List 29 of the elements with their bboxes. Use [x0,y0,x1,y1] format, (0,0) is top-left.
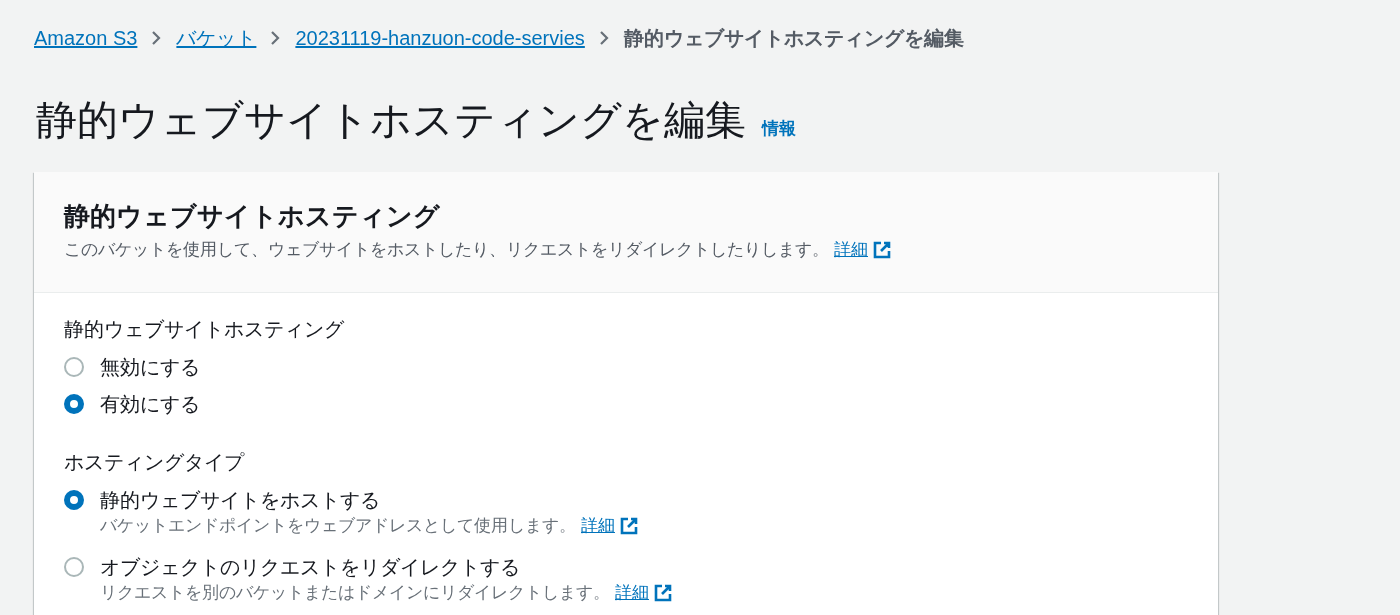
panel-title: 静的ウェブサイトホスティング [64,200,441,232]
radio-button[interactable] [64,394,84,414]
radio-button[interactable] [64,357,84,377]
chevron-right-icon [270,30,281,46]
info-link[interactable]: 情報 [762,117,796,140]
external-link-icon [653,583,673,603]
radio-button[interactable] [64,490,84,510]
option-description: リクエストを別のバケットまたはドメインにリダイレクトします。 [100,582,610,604]
radio-label[interactable]: 静的ウェブサイトをホストする [100,487,380,513]
radio-label[interactable]: 無効にする [100,354,200,380]
option-description: バケットエンドポイントをウェブアドレスとして使用します。 [100,515,576,537]
learn-more-link[interactable]: 詳細 [615,581,673,605]
page-title: 静的ウェブサイトホスティングを編集 [36,96,746,145]
chevron-right-icon [598,30,609,46]
breadcrumb-link[interactable]: Amazon S3 [34,24,138,52]
breadcrumb-link[interactable]: 20231119-hanzuon-code-servies [295,24,585,52]
external-link-icon [872,240,892,260]
learn-more-link[interactable]: 詳細 [834,238,892,262]
breadcrumb-link[interactable]: バケット [176,24,257,52]
breadcrumb-current: 静的ウェブサイトホスティングを編集 [623,26,964,51]
radio-label[interactable]: オブジェクトのリクエストをリダイレクトする [100,554,520,580]
radio-button[interactable] [64,557,84,577]
external-link-icon [619,516,639,536]
field-label: 静的ウェブサイトホスティング [64,317,345,342]
learn-more-link[interactable]: 詳細 [581,514,639,538]
radio-label[interactable]: 有効にする [100,391,200,417]
panel-description: このバケットを使用して、ウェブサイトをホストしたり、リクエストをリダイレクトしたりします。 [64,239,829,261]
chevron-right-icon [151,30,162,46]
field-label: ホスティングタイプ [64,450,246,475]
